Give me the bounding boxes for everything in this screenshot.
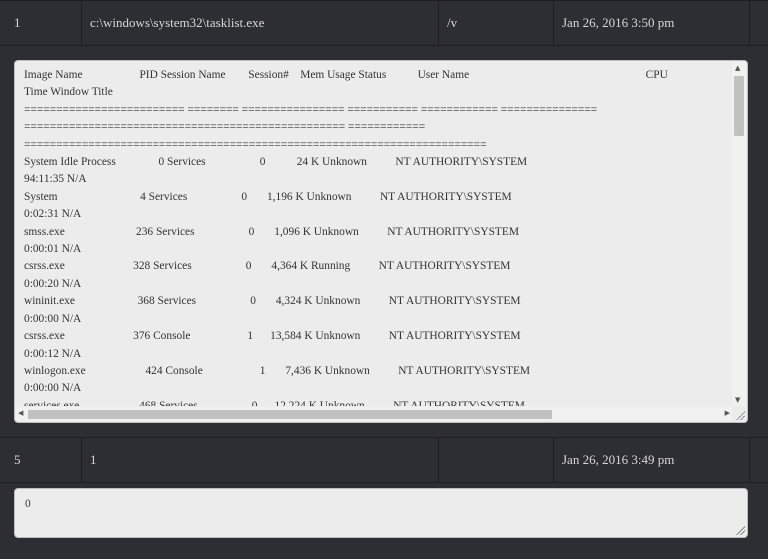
output-textarea[interactable]: 0 (14, 488, 748, 538)
scroll-up-icon[interactable]: ▲ (735, 64, 740, 72)
row-spacer (750, 438, 768, 482)
horizontal-scroll-thumb[interactable] (28, 410, 552, 419)
row-command: 1 (82, 438, 439, 482)
output-line: ========================================… (24, 138, 487, 151)
output-text: Image Name PID Session Name Session# Mem… (24, 67, 727, 406)
row-timestamp: Jan 26, 2016 3:50 pm (554, 1, 750, 45)
output-line: System Idle Process 0 Services 0 24 K Un… (24, 156, 528, 169)
row-args: /v (439, 1, 554, 45)
row-id: 5 (0, 438, 82, 482)
row-timestamp: Jan 26, 2016 3:49 pm (554, 438, 750, 482)
output-text: 0 (25, 498, 31, 510)
output-line: 0:00:01 N/A (24, 243, 82, 256)
output-line: 94:11:35 N/A (24, 173, 87, 186)
row-spacer (750, 1, 768, 45)
vertical-scroll-thumb[interactable] (734, 76, 744, 136)
output-line: Image Name PID Session Name Session# Mem… (24, 69, 668, 81)
scroll-right-icon[interactable]: ▶ (725, 409, 730, 417)
output-line: 0:00:12 N/A (24, 347, 82, 360)
output-panel-2: 0 (0, 483, 768, 559)
vertical-scrollbar[interactable]: ▲ ▼ (732, 62, 746, 406)
output-line: winlogon.exe 424 Console 1 7,436 K Unkno… (24, 364, 531, 377)
history-row-2[interactable]: 5 1 Jan 26, 2016 3:49 pm (0, 437, 768, 483)
output-line: 0:02:31 N/A (24, 208, 82, 221)
horizontal-scrollbar[interactable]: ◀ ▶ (16, 407, 732, 421)
output-line: smss.exe 236 Services 0 1,096 K Unknown … (24, 225, 519, 238)
output-line: 0:00:00 N/A (24, 382, 82, 395)
scroll-down-icon[interactable]: ▼ (735, 396, 740, 404)
output-line: ========================= ======== =====… (24, 103, 598, 116)
scroll-left-icon[interactable]: ◀ (18, 409, 23, 417)
output-line: csrss.exe 328 Services 0 4,364 K Running… (24, 260, 511, 273)
output-line: csrss.exe 376 Console 1 13,584 K Unknown… (24, 330, 521, 343)
output-line: System 4 Services 0 1,196 K Unknown NT A… (24, 190, 512, 203)
output-line: wininit.exe 368 Services 0 4,324 K Unkno… (24, 295, 521, 308)
row-args (439, 438, 554, 482)
output-panel-1: Image Name PID Session Name Session# Mem… (0, 46, 768, 437)
output-line: 0:00:20 N/A (24, 277, 82, 290)
history-row-1[interactable]: 1 c:\windows\system32\tasklist.exe /v Ja… (0, 0, 768, 46)
row-id: 1 (0, 1, 82, 45)
output-line: ========================================… (24, 121, 426, 134)
row-command: c:\windows\system32\tasklist.exe (82, 1, 439, 45)
output-line: Time Window Title (24, 86, 113, 99)
resize-handle-icon[interactable] (735, 525, 745, 535)
output-textarea[interactable]: Image Name PID Session Name Session# Mem… (14, 60, 748, 423)
output-line: 0:00:00 N/A (24, 312, 82, 325)
resize-handle-icon[interactable] (735, 410, 745, 420)
output-line: services.exe 468 Services 0 12,224 K Unk… (24, 399, 525, 406)
